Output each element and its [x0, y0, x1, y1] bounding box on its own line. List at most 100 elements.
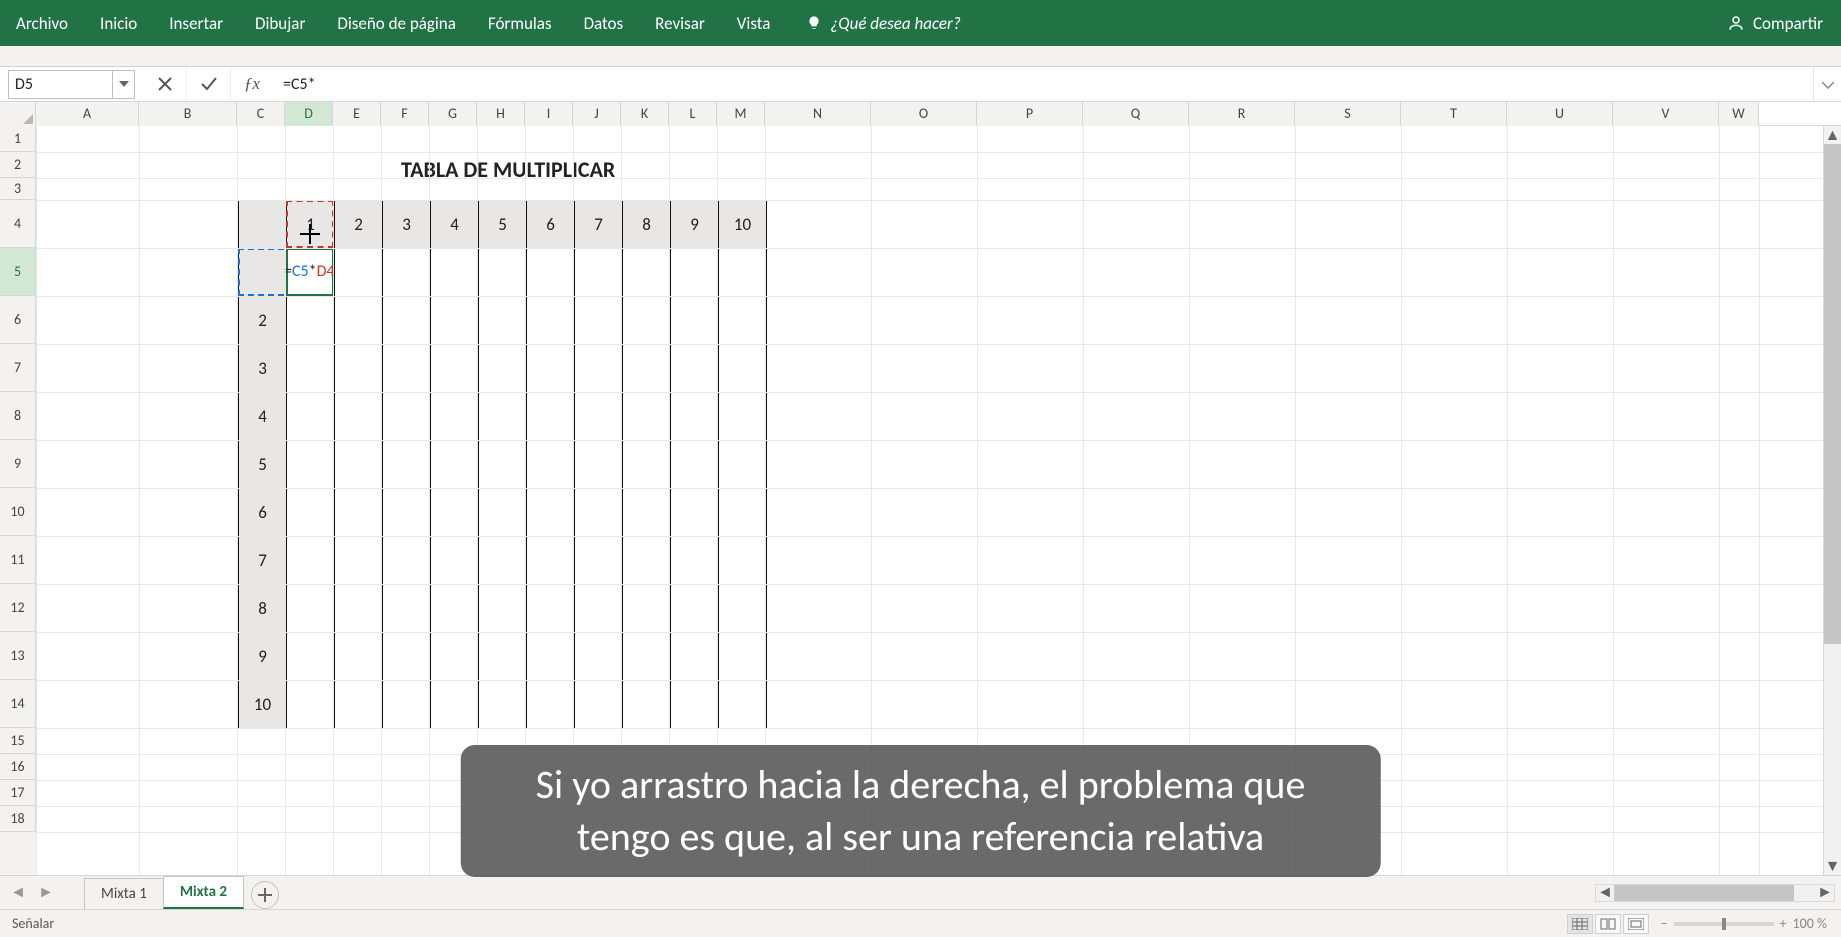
table-cell-r2-c6[interactable]: [527, 297, 575, 345]
table-cell-r2-c2[interactable]: [335, 297, 383, 345]
column-header-Q[interactable]: Q: [1083, 102, 1189, 126]
table-cell-r6-c5[interactable]: [479, 489, 527, 537]
column-header-W[interactable]: W: [1719, 102, 1759, 126]
table-cell-r4-c9[interactable]: [671, 393, 719, 441]
table-cell-r8-c6[interactable]: [527, 585, 575, 633]
table-cell-r5-c8[interactable]: [623, 441, 671, 489]
table-cell-r6-c9[interactable]: [671, 489, 719, 537]
table-cell-r10-c4[interactable]: [431, 681, 479, 729]
table-cell-r8-c4[interactable]: [431, 585, 479, 633]
table-cell-r10-c5[interactable]: [479, 681, 527, 729]
table-cell-r1-c6[interactable]: [527, 249, 575, 297]
column-header-O[interactable]: O: [871, 102, 977, 126]
row-header-1[interactable]: 1: [0, 126, 36, 152]
table-cell-r5-c10[interactable]: [719, 441, 767, 489]
table-cell-r3-c5[interactable]: [479, 345, 527, 393]
table-cell-r1-c2[interactable]: [335, 249, 383, 297]
sheet-nav-next[interactable]: ►: [34, 881, 58, 905]
row-header-8[interactable]: 8: [0, 392, 36, 440]
table-cell-r3-c1[interactable]: [287, 345, 335, 393]
table-cell-r4-c10[interactable]: [719, 393, 767, 441]
table-cell-r3-c9[interactable]: [671, 345, 719, 393]
table-cell-r5-c7[interactable]: [575, 441, 623, 489]
table-cell-r10-c10[interactable]: [719, 681, 767, 729]
table-cell-r9-c5[interactable]: [479, 633, 527, 681]
column-header-T[interactable]: T: [1401, 102, 1507, 126]
table-cell-r7-c8[interactable]: [623, 537, 671, 585]
table-cell-r8-c2[interactable]: [335, 585, 383, 633]
table-cell-r2-c3[interactable]: [383, 297, 431, 345]
row-header-14[interactable]: 14: [0, 680, 36, 728]
column-header-A[interactable]: A: [36, 102, 139, 126]
column-header-C[interactable]: C: [237, 102, 285, 126]
row-header-9[interactable]: 9: [0, 440, 36, 488]
sheet-tab-mixta-2[interactable]: Mixta 2: [163, 876, 244, 909]
zoom-level[interactable]: 100 %: [1793, 915, 1827, 932]
vertical-scrollbar[interactable]: ▲ ▼: [1823, 126, 1841, 875]
column-header-J[interactable]: J: [573, 102, 621, 126]
sheet-nav-prev[interactable]: ◄: [6, 881, 30, 905]
scroll-right-button[interactable]: ►: [1816, 885, 1834, 901]
table-cell-r6-c7[interactable]: [575, 489, 623, 537]
table-cell-r9-c6[interactable]: [527, 633, 575, 681]
table-cell-r7-c5[interactable]: [479, 537, 527, 585]
table-cell-r6-c1[interactable]: [287, 489, 335, 537]
table-cell-r10-c7[interactable]: [575, 681, 623, 729]
column-header-V[interactable]: V: [1613, 102, 1719, 126]
table-cell-r4-c2[interactable]: [335, 393, 383, 441]
scroll-down-button[interactable]: ▼: [1824, 857, 1841, 875]
scroll-up-button[interactable]: ▲: [1824, 126, 1841, 144]
table-cell-r3-c6[interactable]: [527, 345, 575, 393]
tab-insertar[interactable]: Insertar: [153, 0, 239, 46]
table-cell-r2-c7[interactable]: [575, 297, 623, 345]
table-cell-r6-c2[interactable]: [335, 489, 383, 537]
column-header-E[interactable]: E: [333, 102, 381, 126]
row-header-17[interactable]: 17: [0, 780, 36, 806]
table-cell-r2-c9[interactable]: [671, 297, 719, 345]
tab-dibujar[interactable]: Dibujar: [239, 0, 321, 46]
table-cell-r5-c1[interactable]: [287, 441, 335, 489]
table-cell-r4-c3[interactable]: [383, 393, 431, 441]
table-cell-r6-c3[interactable]: [383, 489, 431, 537]
table-cell-r1-c7[interactable]: [575, 249, 623, 297]
tab-archivo[interactable]: Archivo: [0, 0, 84, 46]
table-cell-r7-c7[interactable]: [575, 537, 623, 585]
share-button[interactable]: Compartir: [1753, 13, 1823, 34]
table-cell-r3-c10[interactable]: [719, 345, 767, 393]
row-header-4[interactable]: 4: [0, 200, 36, 248]
column-header-B[interactable]: B: [139, 102, 237, 126]
row-header-16[interactable]: 16: [0, 754, 36, 780]
name-box-dropdown[interactable]: [112, 71, 134, 98]
table-cell-r8-c7[interactable]: [575, 585, 623, 633]
column-header-D[interactable]: D: [285, 102, 333, 126]
tab-datos[interactable]: Datos: [568, 0, 640, 46]
column-header-K[interactable]: K: [621, 102, 669, 126]
row-header-18[interactable]: 18: [0, 806, 36, 832]
view-page-layout-button[interactable]: [1595, 914, 1621, 934]
row-header-10[interactable]: 10: [0, 488, 36, 536]
table-cell-r5-c2[interactable]: [335, 441, 383, 489]
expand-formula-bar[interactable]: [1813, 67, 1841, 101]
tab-revisar[interactable]: Revisar: [639, 0, 721, 46]
row-header-3[interactable]: 3: [0, 178, 36, 200]
name-box[interactable]: D5: [8, 70, 135, 99]
table-cell-r2-c1[interactable]: [287, 297, 335, 345]
row-header-2[interactable]: 2: [0, 152, 36, 178]
scroll-left-button[interactable]: ◄: [1596, 885, 1614, 901]
table-cell-r10-c6[interactable]: [527, 681, 575, 729]
table-cell-r2-c4[interactable]: [431, 297, 479, 345]
table-cell-r7-c6[interactable]: [527, 537, 575, 585]
table-cell-r10-c8[interactable]: [623, 681, 671, 729]
table-cell-r3-c4[interactable]: [431, 345, 479, 393]
table-cell-r4-c7[interactable]: [575, 393, 623, 441]
tell-me-search[interactable]: ¿Qué desea hacer?: [806, 13, 960, 34]
tab-diseno-pagina[interactable]: Diseño de página: [321, 0, 472, 46]
column-header-P[interactable]: P: [977, 102, 1083, 126]
row-header-11[interactable]: 11: [0, 536, 36, 584]
table-cell-r7-c9[interactable]: [671, 537, 719, 585]
row-header-12[interactable]: 12: [0, 584, 36, 632]
zoom-slider-knob[interactable]: [1722, 918, 1726, 930]
column-header-H[interactable]: H: [477, 102, 525, 126]
table-cell-r1-c9[interactable]: [671, 249, 719, 297]
table-cell-r6-c10[interactable]: [719, 489, 767, 537]
